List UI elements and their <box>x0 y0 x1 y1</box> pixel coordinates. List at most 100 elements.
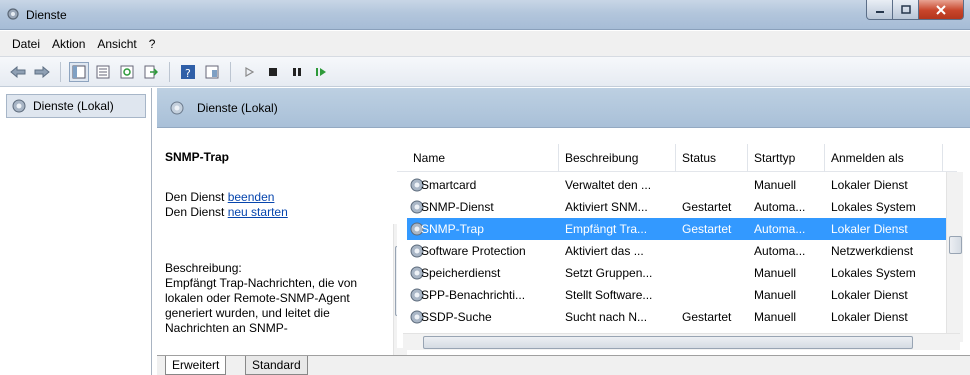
cell-status: Gestartet <box>682 222 732 236</box>
services-gear-icon <box>170 101 184 114</box>
minimize-button[interactable] <box>866 0 893 20</box>
table-row[interactable]: Software Protection Aktiviert das ... Auto… <box>407 240 947 262</box>
cell-logon: Lokales System <box>831 266 916 280</box>
menu-help[interactable]: ? <box>143 31 162 57</box>
cell-status <box>682 284 750 306</box>
main-header: Dienste (Lokal) <box>157 88 970 128</box>
cell-status: Gestartet <box>682 200 732 214</box>
restart-service-link[interactable]: neu starten <box>228 205 288 219</box>
help-button[interactable]: ? <box>178 62 198 82</box>
close-icon <box>936 4 946 15</box>
toolbar-separator <box>230 61 231 82</box>
cell-name: Software Protection <box>421 244 526 258</box>
cell-desc: Aktiviert das ... <box>565 244 644 258</box>
cell-name: Smartcard <box>421 178 477 192</box>
tab-erweitert[interactable]: Erweitert <box>165 356 227 375</box>
refresh-icon <box>120 65 134 78</box>
toolbar-separator <box>169 61 170 82</box>
services-gear-icon <box>7 8 19 20</box>
forward-arrow-icon <box>34 65 50 78</box>
menu-aktion[interactable]: Aktion <box>46 31 91 57</box>
back-button[interactable] <box>8 62 28 82</box>
main-header-label: Dienste (Lokal) <box>197 100 278 115</box>
minimize-icon <box>875 10 884 13</box>
restart-service-button[interactable] <box>311 62 331 82</box>
selected-service-name: SNMP-Trap <box>165 150 230 164</box>
cell-name: SNMP-Dienst <box>421 200 494 214</box>
cell-desc: Sucht nach N... <box>565 310 648 324</box>
view-button[interactable] <box>202 62 222 82</box>
maximize-icon <box>900 5 911 14</box>
table-row[interactable]: Smartcard Verwaltet den ... Manuell Lokaler… <box>407 174 947 196</box>
tab-standard[interactable]: Standard <box>245 356 308 375</box>
view-tabs: Erweitert Standard <box>157 355 970 375</box>
properties-button[interactable] <box>93 62 113 82</box>
list-horizontal-scrollbar[interactable] <box>403 333 960 350</box>
column-starttype[interactable]: Starttyp <box>748 144 825 172</box>
list-vertical-scrollbar[interactable] <box>946 172 963 342</box>
toolbar: ? <box>0 57 970 87</box>
cell-status <box>682 240 750 262</box>
table-row[interactable]: SSDP-Suche Sucht nach N... Gestartet Manuel… <box>407 306 947 328</box>
action-restart-prefix: Den Dienst <box>165 205 228 219</box>
description-text: Empfängt Trap-Nachrichten, die von lokal… <box>165 276 358 335</box>
cell-start: Manuell <box>754 178 797 192</box>
cell-logon: Netzwerkdienst <box>831 244 914 258</box>
tree-item-dienste-lokal[interactable]: Dienste (Lokal) <box>6 94 146 118</box>
action-restart: Den Dienst neu starten <box>165 205 288 219</box>
pause-service-button[interactable] <box>287 62 307 82</box>
table-row[interactable]: SNMP-Dienst Aktiviert SNM... Gestartet Auto… <box>407 196 947 218</box>
forward-button[interactable] <box>32 62 52 82</box>
table-row[interactable]: SPP-Benachrichti... Stellt Software... Man… <box>407 284 947 306</box>
cell-status <box>682 174 750 196</box>
cell-desc: Empfängt Tra... <box>565 222 648 236</box>
cell-status <box>682 262 750 284</box>
cell-start: Automa... <box>754 222 806 236</box>
action-stop: Den Dienst beenden <box>165 190 274 204</box>
stop-service-link[interactable]: beenden <box>228 190 275 204</box>
list-horizontal-scroll-thumb[interactable] <box>423 336 913 349</box>
cell-start: Manuell <box>754 266 797 280</box>
cell-desc: Aktiviert SNM... <box>565 200 648 214</box>
refresh-button[interactable] <box>117 62 137 82</box>
close-button[interactable] <box>919 0 964 20</box>
show-tree-button[interactable] <box>69 61 89 82</box>
table-row[interactable]: Speicherdienst Setzt Gruppen... Manuell Lok… <box>407 262 947 284</box>
menu-ansicht[interactable]: Ansicht <box>91 31 142 57</box>
title-bar: Dienste <box>0 0 970 30</box>
service-detail-pane: SNMP-Trap Den Dienst beenden Den Dienst … <box>157 134 407 375</box>
stop-service-button[interactable] <box>263 62 283 82</box>
back-arrow-icon <box>10 65 26 78</box>
list-vertical-scroll-thumb[interactable] <box>949 236 962 254</box>
toolbar-separator <box>60 61 61 82</box>
cell-start: Manuell <box>754 310 797 324</box>
table-row[interactable]: SNMP-Trap Empfängt Tra... Gestartet Automa.… <box>407 218 947 240</box>
window-controls <box>866 0 964 20</box>
services-gear-icon <box>12 99 26 113</box>
console-tree: Dienste (Lokal) <box>0 88 152 375</box>
cell-logon: Lokaler Dienst <box>831 310 908 324</box>
start-service-button[interactable] <box>239 62 259 82</box>
cell-logon: Lokales System <box>831 200 916 214</box>
view-pane-icon <box>205 65 219 78</box>
maximize-button[interactable] <box>893 0 919 20</box>
restart-icon <box>316 67 326 76</box>
cell-desc: Stellt Software... <box>565 288 653 302</box>
column-description[interactable]: Beschreibung <box>559 144 676 172</box>
cell-status: Gestartet <box>682 310 732 324</box>
cell-start: Automa... <box>754 200 806 214</box>
list-icon <box>96 65 110 78</box>
column-name[interactable]: Name <box>407 144 559 172</box>
column-logon[interactable]: Anmelden als <box>825 144 943 172</box>
main-pane: Dienste (Lokal) SNMP-Trap Den Dienst bee… <box>157 88 970 375</box>
cell-logon: Lokaler Dienst <box>831 222 908 236</box>
stop-icon <box>269 67 277 76</box>
export-button[interactable] <box>141 62 161 82</box>
action-stop-prefix: Den Dienst <box>165 190 228 204</box>
menu-datei[interactable]: Datei <box>6 31 46 57</box>
cell-name: SNMP-Trap <box>421 222 484 236</box>
column-status[interactable]: Status <box>676 144 748 172</box>
console-tree-icon <box>72 65 86 78</box>
description-label: Beschreibung: <box>165 261 242 275</box>
cell-name: Speicherdienst <box>421 266 501 280</box>
